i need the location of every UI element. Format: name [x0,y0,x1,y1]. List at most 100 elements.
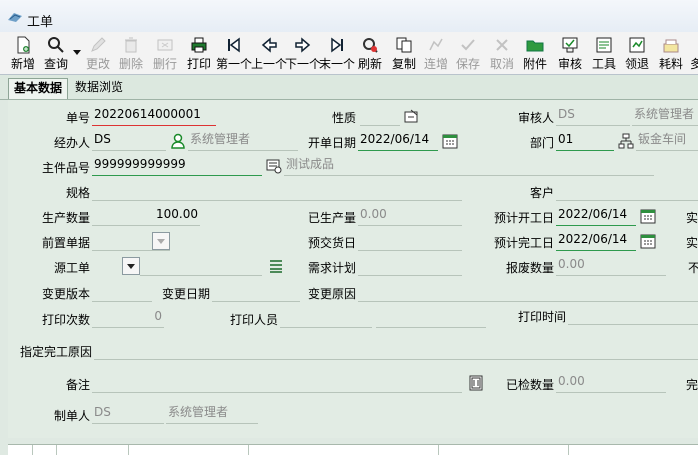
delete-row-icon [157,39,173,51]
plan-start-field[interactable]: 2022/06/14 [556,205,636,226]
change-date-label: 变更日期 [161,287,210,301]
delete-button[interactable]: 删除 [117,34,145,72]
dept-name-field: 钣金车间 [636,130,698,151]
continue-add-button[interactable]: 连增 [422,34,450,72]
copy-button[interactable]: 复制 [390,34,418,72]
chevron-down-icon [73,50,81,55]
prod-qty-label: 生产数量 [41,211,90,225]
printer-name-field [376,307,486,328]
plan-start-label: 预计开工日 [493,211,554,225]
tools-icon [596,37,612,53]
previous-button[interactable]: 上一个 [251,34,287,72]
refresh-button[interactable]: 刷新 [356,34,384,72]
app-icon [8,13,22,22]
reviewer-label: 审核人 [517,111,554,125]
plan-finish-field[interactable]: 2022/06/14 [556,230,636,251]
order-no-field[interactable]: 20220614000001 [92,105,216,126]
print-button[interactable]: 打印 [185,34,213,72]
first-button[interactable]: 第一个 [216,34,252,72]
cancel-button[interactable]: 取消 [488,34,516,72]
handler-label: 经办人 [53,136,90,150]
customer-field[interactable] [556,180,698,201]
scrap-qty-label: 报废数量 [505,261,554,275]
change-version-label: 变更版本 [41,287,90,301]
source-order-field[interactable] [140,255,262,276]
calendar-icon[interactable] [442,133,458,149]
detail-grid[interactable] [8,444,698,455]
material-icon [663,39,679,53]
plan-finish-label: 预计完工日 [493,236,554,250]
first-record-icon [228,37,240,53]
part-lookup-icon[interactable] [266,158,282,174]
demand-plan-field[interactable] [358,255,462,276]
trash-icon [125,37,137,53]
tab-data-browse[interactable]: 数据浏览 [70,78,128,98]
inspected-qty-field: 0.00 [556,372,666,393]
edge-label-1: 实 [686,211,698,225]
org-tree-icon[interactable] [618,133,634,149]
order-no-label: 单号 [65,111,90,125]
nature-label: 性质 [331,111,356,125]
spec-label: 规格 [65,186,90,200]
reviewer-field[interactable]: DS [556,105,630,126]
arrow-left-icon [261,37,277,53]
delivery-date-field[interactable] [358,230,462,251]
copy-icon [396,37,412,53]
prod-qty-field[interactable]: 100.00 [92,205,200,226]
assign-reason-field[interactable] [94,339,698,360]
last-button[interactable]: 末一个 [319,34,355,72]
change-version-field[interactable] [92,281,152,302]
close-icon [496,39,508,51]
tools-button[interactable]: 工具 [590,34,618,72]
edit-button[interactable]: 更改 [84,34,112,72]
produced-qty-field: 0.00 [358,205,462,226]
remark-field[interactable] [92,372,462,393]
attachment-button[interactable]: 附件 [521,34,549,72]
more-button[interactable]: 多 [688,34,698,72]
calendar-icon[interactable] [640,233,656,249]
pencil-icon [91,37,106,52]
save-button[interactable]: 保存 [454,34,482,72]
demand-plan-label: 需求计划 [307,261,356,275]
tab-basic-data[interactable]: 基本数据 [8,78,69,99]
assign-reason-label: 指定完工原因 [19,345,92,359]
nature-field[interactable] [360,105,400,126]
change-reason-label: 变更原因 [307,287,356,301]
query-button[interactable]: 查询 [42,34,70,72]
pick-return-button[interactable]: 领退 [623,34,651,72]
checkmark-icon [461,39,475,51]
toolbar: 新增 查询 更改 删除 删行 打印 第一个 上一个 下一个 末一个 刷新 复制 … [0,32,698,75]
list-icon[interactable] [268,258,284,274]
delete-row-button[interactable]: 删行 [151,34,179,72]
dept-field[interactable]: 01 [556,130,614,151]
prev-doc-dropdown[interactable] [152,232,170,250]
calendar-icon[interactable] [640,208,656,224]
change-date-field[interactable] [212,281,300,302]
new-button[interactable]: 新增 [8,34,38,72]
user-icon[interactable] [170,133,186,149]
source-order-dropdown[interactable] [122,257,140,275]
edit-doc-icon[interactable] [404,108,420,124]
spec-field[interactable] [92,180,462,201]
review-button[interactable]: 审核 [556,34,584,72]
handler-field[interactable]: DS [92,130,166,151]
printer-field [280,307,372,328]
scrap-qty-field: 0.00 [556,255,666,276]
main-part-field[interactable]: 999999999999 [92,155,262,176]
query-dropdown[interactable] [72,34,82,72]
printer-label: 打印人员 [229,313,278,327]
open-date-field[interactable]: 2022/06/14 [358,130,438,151]
inspected-qty-label: 已检数量 [505,378,554,392]
refresh-icon [363,38,378,53]
tab-strip: 基本数据 数据浏览 [0,75,698,100]
material-button[interactable]: 耗料 [656,34,686,72]
customer-label: 客户 [529,186,554,200]
notes-icon[interactable] [468,375,484,391]
window-title: 工单 [27,15,54,30]
magnifier-icon [48,37,64,53]
change-reason-field[interactable] [358,281,698,302]
new-document-icon [17,36,30,54]
next-button[interactable]: 下一个 [285,34,321,72]
print-time-label: 打印时间 [517,310,566,324]
source-order-label: 源工单 [53,261,90,275]
